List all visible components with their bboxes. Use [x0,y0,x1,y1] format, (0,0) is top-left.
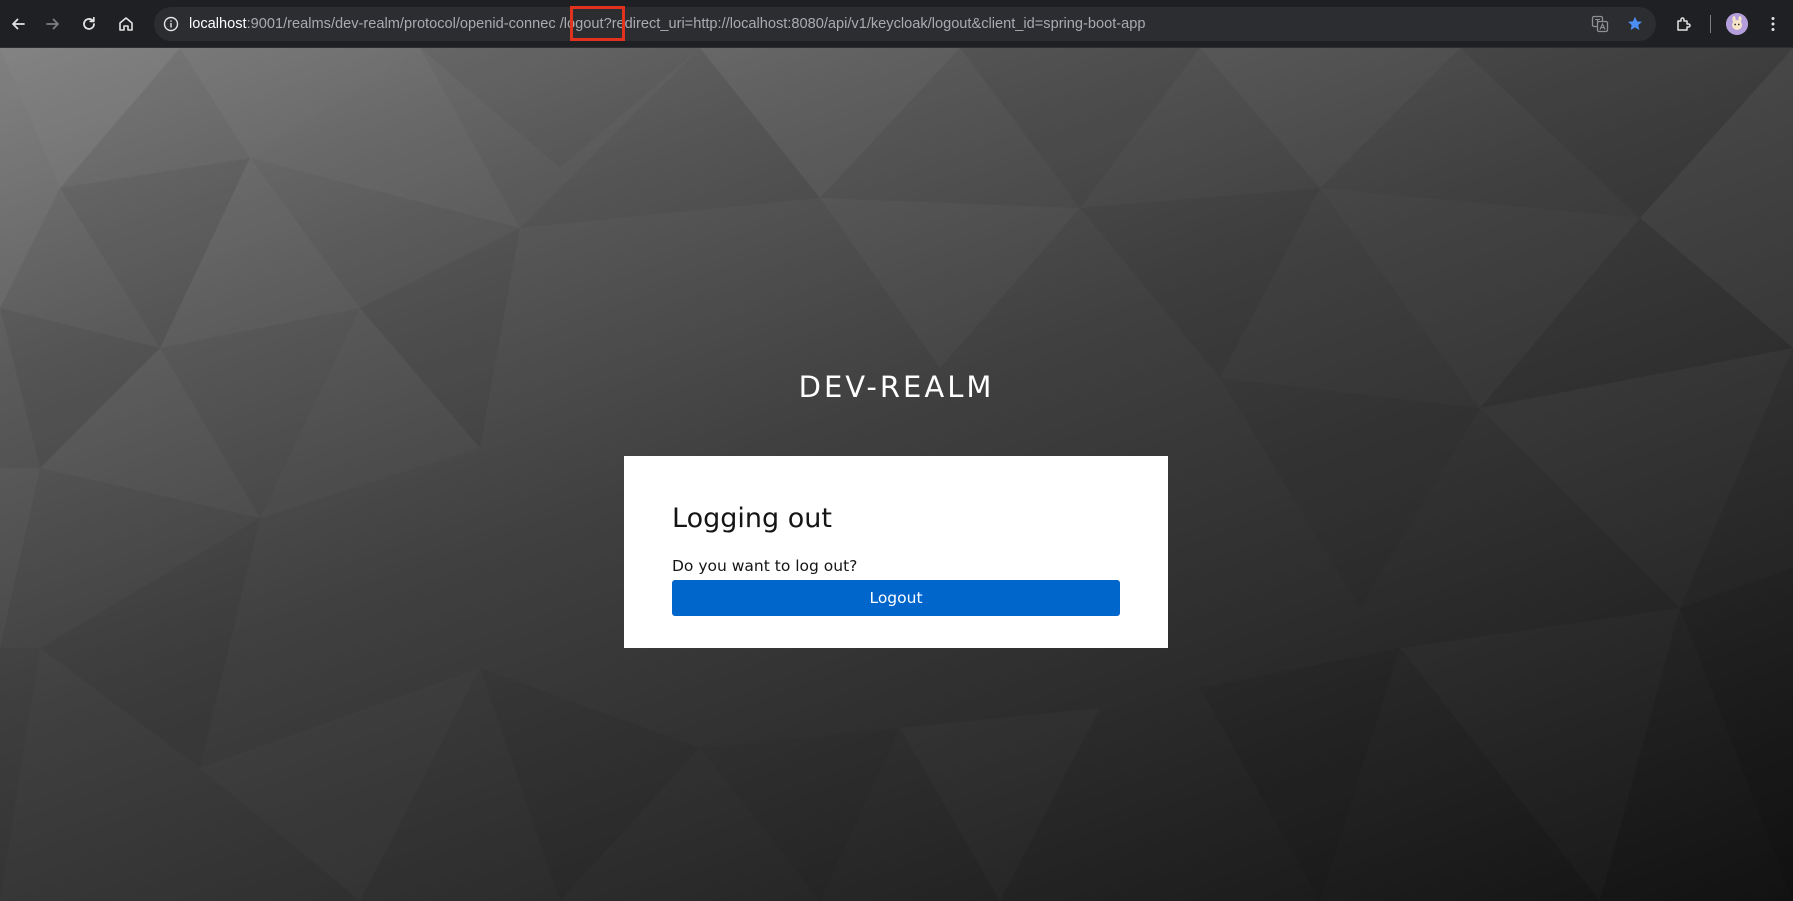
page-background: DEV-REALM Logging out Do you want to log… [0,48,1793,901]
browser-toolbar: localhost:9001/realms/dev-realm/protocol… [0,0,1793,48]
site-info-button[interactable] [162,15,180,33]
url-path: :9001/realms/dev-realm/protocol/openid-c… [246,16,556,32]
url-text[interactable]: localhost:9001/realms/dev-realm/protocol… [189,15,1146,33]
card-title: Logging out [672,503,832,534]
forward-icon [46,18,59,30]
info-icon [163,16,179,32]
logout-button[interactable]: Logout [672,580,1120,616]
logout-card: Logging out Do you want to log out? Logo… [624,456,1168,648]
profile-avatar-icon [1726,13,1748,35]
home-icon [119,17,133,31]
logout-question: Do you want to log out? [672,557,858,575]
browser-menu-button[interactable] [1759,10,1787,38]
reload-icon [83,16,95,30]
translate-icon [1591,15,1609,33]
extensions-button[interactable] [1670,10,1698,38]
back-icon [12,18,25,30]
reload-button[interactable] [75,10,103,38]
url-host: localhost [189,16,247,32]
address-bar[interactable]: localhost:9001/realms/dev-realm/protocol… [154,7,1656,41]
realm-title: DEV-REALM [798,370,995,404]
translate-button[interactable] [1591,15,1609,33]
url-highlight-box [570,6,625,41]
extensions-icon [1677,17,1691,31]
bookmark-button[interactable] [1625,14,1645,34]
back-button[interactable] [4,10,32,38]
home-button[interactable] [112,10,140,38]
menu-kebab-icon [1771,17,1775,31]
url-query: redirect_uri=http://localhost:8080/api/v… [611,16,1146,32]
profile-avatar[interactable] [1726,13,1748,35]
bookmark-star-icon [1628,16,1642,30]
forward-button[interactable] [39,10,67,38]
toolbar-separator [1710,15,1711,33]
